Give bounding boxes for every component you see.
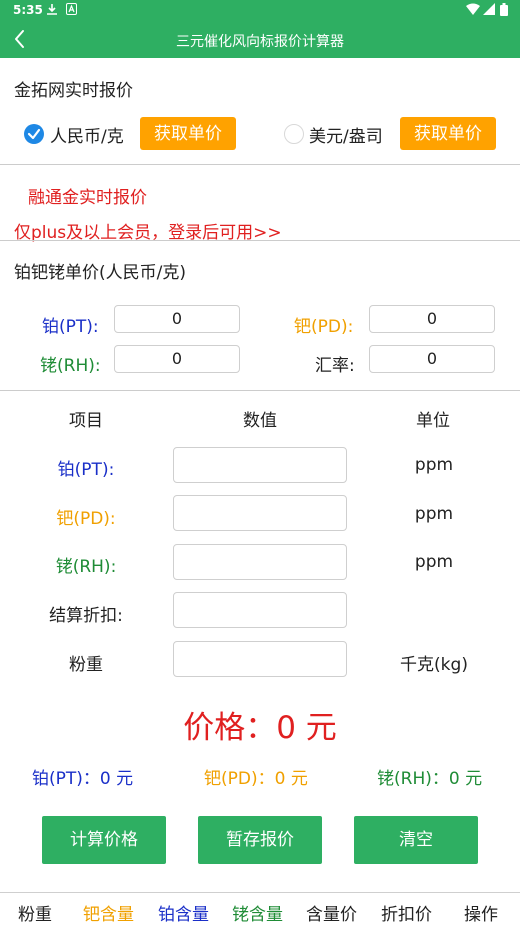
save-quote-button[interactable]: 暂存报价: [198, 816, 322, 864]
unit-powder-weight: 千克(kg): [400, 655, 468, 675]
check-icon: [27, 128, 41, 140]
powder-weight-input[interactable]: [173, 641, 347, 677]
fetch-price-rmb-button[interactable]: 获取单价: [140, 117, 236, 150]
rh-content-input[interactable]: [173, 544, 347, 580]
fetch-price-usd-button[interactable]: 获取单价: [400, 117, 496, 150]
pt-content-input[interactable]: [173, 447, 347, 483]
a-badge-icon: [66, 3, 77, 18]
wifi-icon: [466, 3, 480, 18]
header-unit: 单位: [416, 411, 450, 431]
rh-price-input[interactable]: 0: [114, 345, 240, 373]
tab-rh-content[interactable]: 铑含量: [232, 900, 283, 925]
jintuo-title: 金拓网实时报价: [14, 81, 133, 101]
exchange-rate-label: 汇率:: [315, 356, 355, 376]
pd-price-label: 钯(PD):: [294, 317, 354, 337]
row-label-rh: 铑(RH):: [55, 557, 117, 577]
row-label-pt: 铂(PT):: [57, 460, 115, 480]
rongtong-title: 融通金实时报价: [28, 188, 147, 208]
usd-label: 美元/盎司: [309, 127, 383, 147]
tab-discount-price[interactable]: 折扣价: [381, 900, 432, 925]
exchange-rate-input[interactable]: 0: [369, 345, 495, 373]
usd-radio[interactable]: [284, 124, 304, 144]
header-item: 项目: [69, 411, 103, 431]
tab-powder-weight[interactable]: 粉重: [18, 900, 52, 925]
rh-price-label: 铑(RH):: [40, 356, 101, 376]
tab-content-price[interactable]: 含量价: [306, 900, 357, 925]
tab-pd-content[interactable]: 钯含量: [83, 900, 134, 925]
clear-button[interactable]: 清空: [354, 816, 478, 864]
divider: [0, 164, 520, 165]
pd-price-result: 钯(PD)：0 元: [204, 769, 308, 789]
pd-content-input[interactable]: [173, 495, 347, 531]
unit-rh: ppm: [414, 552, 454, 572]
pt-price-input[interactable]: 0: [114, 305, 240, 333]
total-price: 价格：0 元: [183, 710, 337, 746]
row-label-powder-weight: 粉重: [69, 655, 103, 675]
pt-price-label: 铂(PT):: [42, 317, 99, 337]
download-icon: [46, 3, 58, 19]
header-value: 数值: [243, 411, 277, 431]
rh-price-result: 铑(RH)：0 元: [377, 769, 483, 789]
pt-price-result: 铂(PT)：0 元: [32, 769, 134, 789]
page-title: 三元催化风向标报价计算器: [176, 34, 344, 50]
signal-icon: [483, 3, 495, 18]
row-label-pd: 钯(PD):: [56, 509, 116, 529]
discount-input[interactable]: [173, 592, 347, 628]
status-bar: 5:35: [0, 0, 520, 22]
unit-pt: ppm: [414, 455, 454, 475]
rmb-radio[interactable]: [24, 124, 44, 144]
tab-actions[interactable]: 操作: [464, 900, 498, 925]
status-time: 5:35: [13, 3, 43, 17]
footer-divider: [0, 892, 520, 893]
calculate-button[interactable]: 计算价格: [42, 816, 166, 864]
divider: [0, 240, 520, 241]
pd-price-input[interactable]: 0: [369, 305, 495, 333]
app-bar: 三元催化风向标报价计算器: [0, 22, 520, 58]
tab-pt-content[interactable]: 铂含量: [158, 900, 209, 925]
divider: [0, 390, 520, 391]
row-label-discount: 结算折扣:: [49, 606, 123, 626]
rmb-label: 人民币/克: [50, 127, 124, 147]
unit-price-title: 铂钯铑单价(人民币/克): [14, 263, 186, 283]
battery-icon: [500, 3, 508, 19]
unit-pd: ppm: [414, 504, 454, 524]
